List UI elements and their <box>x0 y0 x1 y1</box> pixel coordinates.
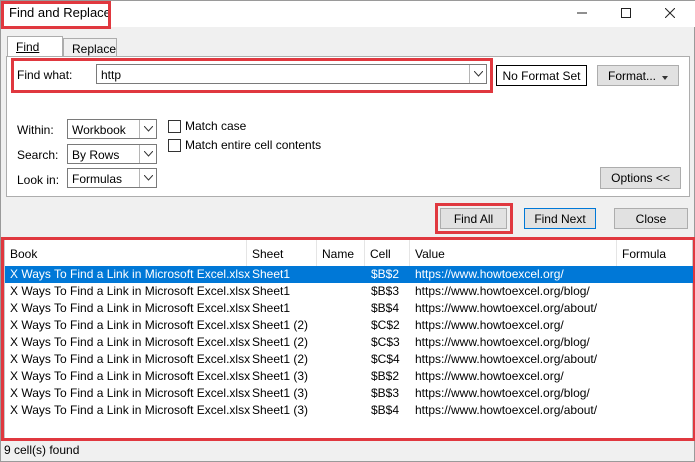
chevron-down-icon[interactable] <box>139 169 156 187</box>
minimize-icon <box>577 7 587 21</box>
search-label: Search: <box>17 148 59 162</box>
tab-replace-label: Replace <box>72 42 117 56</box>
tab-find-label: Find <box>16 40 40 54</box>
look-in-select[interactable]: Formulas <box>67 168 157 188</box>
dropdown-arrow-icon <box>662 69 668 83</box>
search-select[interactable]: By Rows <box>67 144 157 164</box>
match-case-checkbox[interactable] <box>168 120 181 133</box>
format-button-label: Format... <box>607 68 656 83</box>
options-button-label: Options << <box>611 171 670 185</box>
match-entire-label: Match entire cell contents <box>185 138 322 152</box>
options-button[interactable]: Options << <box>600 167 681 189</box>
within-value: Workbook <box>72 123 126 137</box>
find-what-highlight-box <box>11 58 493 93</box>
within-label: Within: <box>17 123 54 137</box>
close-icon <box>664 7 676 21</box>
format-preview: No Format Set <box>496 65 587 86</box>
chevron-down-icon[interactable] <box>139 120 156 138</box>
find-next-label: Find Next <box>534 211 586 226</box>
results-highlight-box <box>1 237 695 441</box>
title-highlight-box <box>1 1 111 29</box>
chevron-down-icon[interactable] <box>139 145 156 163</box>
search-value: By Rows <box>72 148 120 162</box>
find-next-button[interactable]: Find Next <box>524 208 596 229</box>
format-button[interactable]: Format... <box>597 65 679 86</box>
status-text: 9 cell(s) found <box>4 443 80 457</box>
close-label: Close <box>635 211 667 226</box>
find-all-highlight-box <box>435 203 513 234</box>
close-button[interactable]: Close <box>614 208 688 229</box>
close-window-button[interactable] <box>648 1 692 27</box>
maximize-button[interactable] <box>604 1 648 27</box>
maximize-icon <box>621 7 631 21</box>
look-in-value: Formulas <box>72 172 123 186</box>
minimize-button[interactable] <box>560 1 604 27</box>
format-preview-label: No Format Set <box>502 68 581 83</box>
within-select[interactable]: Workbook <box>67 119 157 139</box>
look-in-label: Look in: <box>17 173 60 187</box>
find-replace-dialog: Find and Replace Find Replace Find what:… <box>0 0 695 462</box>
match-entire-checkbox[interactable] <box>168 139 181 152</box>
match-case-label: Match case <box>185 119 247 133</box>
